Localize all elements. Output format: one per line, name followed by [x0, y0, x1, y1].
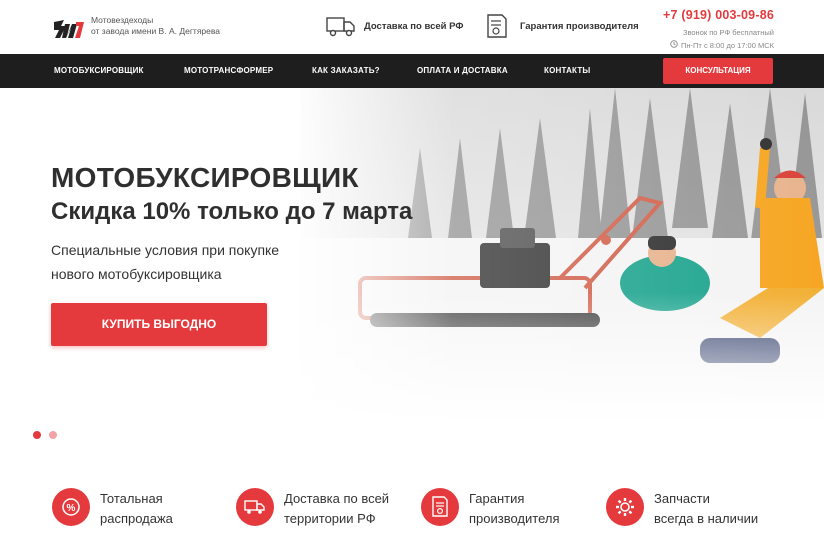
buy-button[interactable]: КУПИТЬ ВЫГОДНО — [51, 303, 267, 346]
feature-line2: территории РФ — [284, 511, 376, 526]
delivery-info: Доставка по всей РФ — [326, 13, 463, 39]
nav-item-how-to-order[interactable]: КАК ЗАКАЗАТЬ? — [312, 54, 380, 88]
feature-line1: Доставка по всей — [284, 491, 390, 506]
feature-label: Тотальная распродажа — [100, 489, 173, 529]
certificate-icon — [421, 488, 459, 526]
tagline: Мотовездеходы от завода имени В. А. Дегт… — [91, 15, 241, 37]
feature-line1: Запчасти — [654, 491, 710, 506]
hero-title: МОТОБУКСИРОВЩИК — [51, 162, 359, 193]
feature-warranty: Гарантия производителя — [421, 488, 560, 529]
nav-item-mototransformer[interactable]: МОТОТРАНСФОРМЕР — [184, 54, 273, 88]
feature-label: Доставка по всей территории РФ — [284, 489, 389, 529]
hours-label: Пн-Пт с 8:00 до 17:00 МСК — [681, 40, 774, 50]
slider-dot-2[interactable] — [49, 431, 57, 439]
hero-slider: МОТОБУКСИРОВЩИК Скидка 10% только до 7 м… — [0, 88, 824, 460]
feature-label: Гарантия производителя — [469, 489, 560, 529]
nav-item-motobuksirovshchik[interactable]: МОТОБУКСИРОВЩИК — [54, 54, 144, 88]
consultation-button[interactable]: КОНСУЛЬТАЦИЯ — [663, 58, 773, 84]
slider-dot-1[interactable] — [33, 431, 41, 439]
hero-text-line1: Специальные условия при покупке — [51, 242, 280, 258]
certificate-icon — [482, 13, 512, 39]
truck-icon — [236, 488, 274, 526]
feature-label: Запчасти всегда в наличии — [654, 489, 758, 529]
feature-spare-parts: Запчасти всегда в наличии — [606, 488, 758, 529]
gear-icon — [606, 488, 644, 526]
warranty-info: Гарантия производителя — [482, 13, 639, 39]
truck-icon — [326, 13, 356, 39]
feature-line1: Тотальная — [100, 491, 163, 506]
phone-link[interactable]: +7 (919) 003-09-86 — [663, 8, 774, 22]
warranty-label: Гарантия производителя — [520, 20, 639, 32]
delivery-label: Доставка по всей РФ — [364, 20, 464, 32]
tagline-line1: Мотовездеходы — [91, 15, 154, 25]
tagline-line2: от завода имени В. А. Дегтярева — [91, 26, 221, 36]
feature-line2: производителя — [469, 511, 560, 526]
main-nav: МОТОБУКСИРОВЩИК МОТОТРАНСФОРМЕР КАК ЗАКА… — [0, 54, 824, 88]
clock-icon — [670, 40, 678, 50]
feature-line2: распродажа — [100, 511, 173, 526]
working-hours: Пн-Пт с 8:00 до 17:00 МСК — [663, 40, 774, 50]
site-header: Мотовездеходы от завода имени В. А. Дегт… — [0, 0, 824, 54]
sale-icon: % — [52, 488, 90, 526]
hero-text-line2: нового мотобуксировщика — [51, 266, 222, 282]
nav-item-payment-delivery[interactable]: ОПЛАТА И ДОСТАВКА — [417, 54, 508, 88]
hero-subtitle: Скидка 10% только до 7 марта — [51, 198, 413, 225]
logo[interactable] — [52, 16, 86, 42]
contacts: +7 (919) 003-09-86 Звонок по РФ бесплатн… — [663, 8, 774, 50]
nav-item-contacts[interactable]: КОНТАКТЫ — [544, 54, 590, 88]
call-note: Звонок по РФ бесплатный — [682, 28, 774, 37]
feature-line2: всегда в наличии — [654, 511, 759, 526]
slider-dots — [33, 431, 57, 439]
feature-sale: % Тотальная распродажа — [52, 488, 173, 529]
feature-line1: Гарантия — [469, 491, 525, 506]
feature-delivery: Доставка по всей территории РФ — [236, 488, 389, 529]
hero-description: Специальные условия при покупке нового м… — [51, 238, 311, 286]
svg-text:%: % — [67, 503, 76, 514]
features-row: % Тотальная распродажа Доставка по всей … — [0, 478, 824, 551]
